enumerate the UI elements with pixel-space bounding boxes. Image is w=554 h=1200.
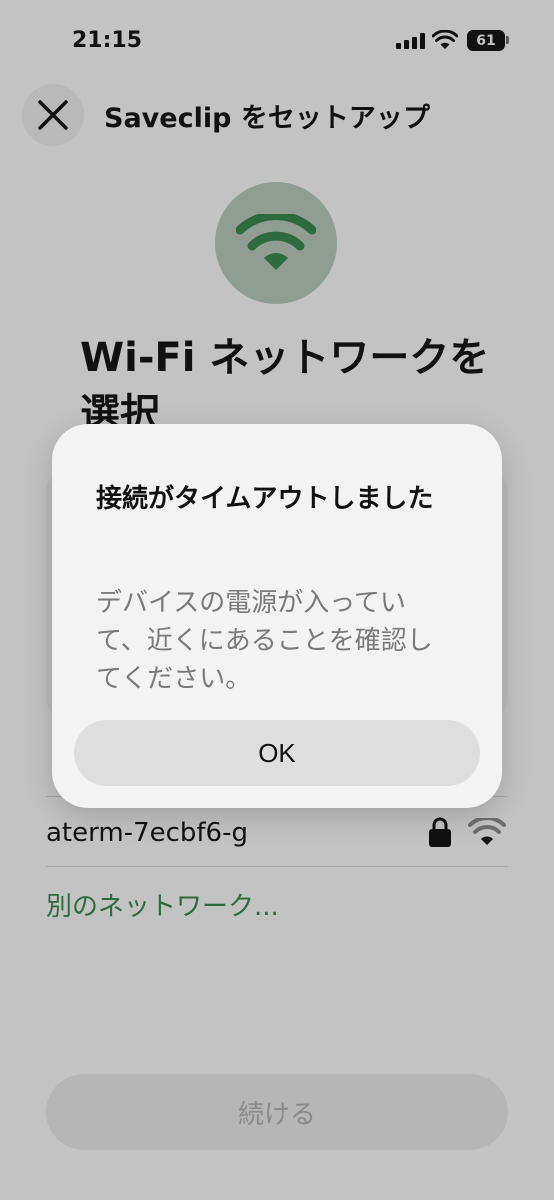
status-time: 21:15 [72,28,143,53]
other-network-link[interactable]: 別のネットワーク... [46,886,279,923]
battery-icon: 61 [467,30,505,51]
continue-button[interactable]: 続ける [46,1074,508,1150]
header-title: Saveclip をセットアップ [104,103,430,134]
lock-icon [429,817,451,847]
wifi-icon [236,214,316,270]
alert-message: デバイスの電源が入っていて、近くにあることを確認してください。 [96,588,433,694]
battery-level: 61 [476,32,496,49]
network-name[interactable]: aterm-7ecbf6-g [46,818,248,848]
status-bar: 21:15 61 [0,0,554,80]
signal-icon [396,33,425,49]
wifi-icon [468,818,506,845]
divider [46,866,508,867]
ok-button[interactable]: OK [74,720,480,786]
hero-wifi-badge [215,182,337,304]
close-icon [38,100,68,130]
alert-title: 接続がタイムアウトしました [96,484,434,514]
close-button[interactable] [22,84,84,146]
timeout-alert: 接続がタイムアウトしました デバイスの電源が入っていて、近くにあることを確認して… [52,424,502,808]
wifi-icon [432,30,458,49]
battery-tip [506,36,509,44]
